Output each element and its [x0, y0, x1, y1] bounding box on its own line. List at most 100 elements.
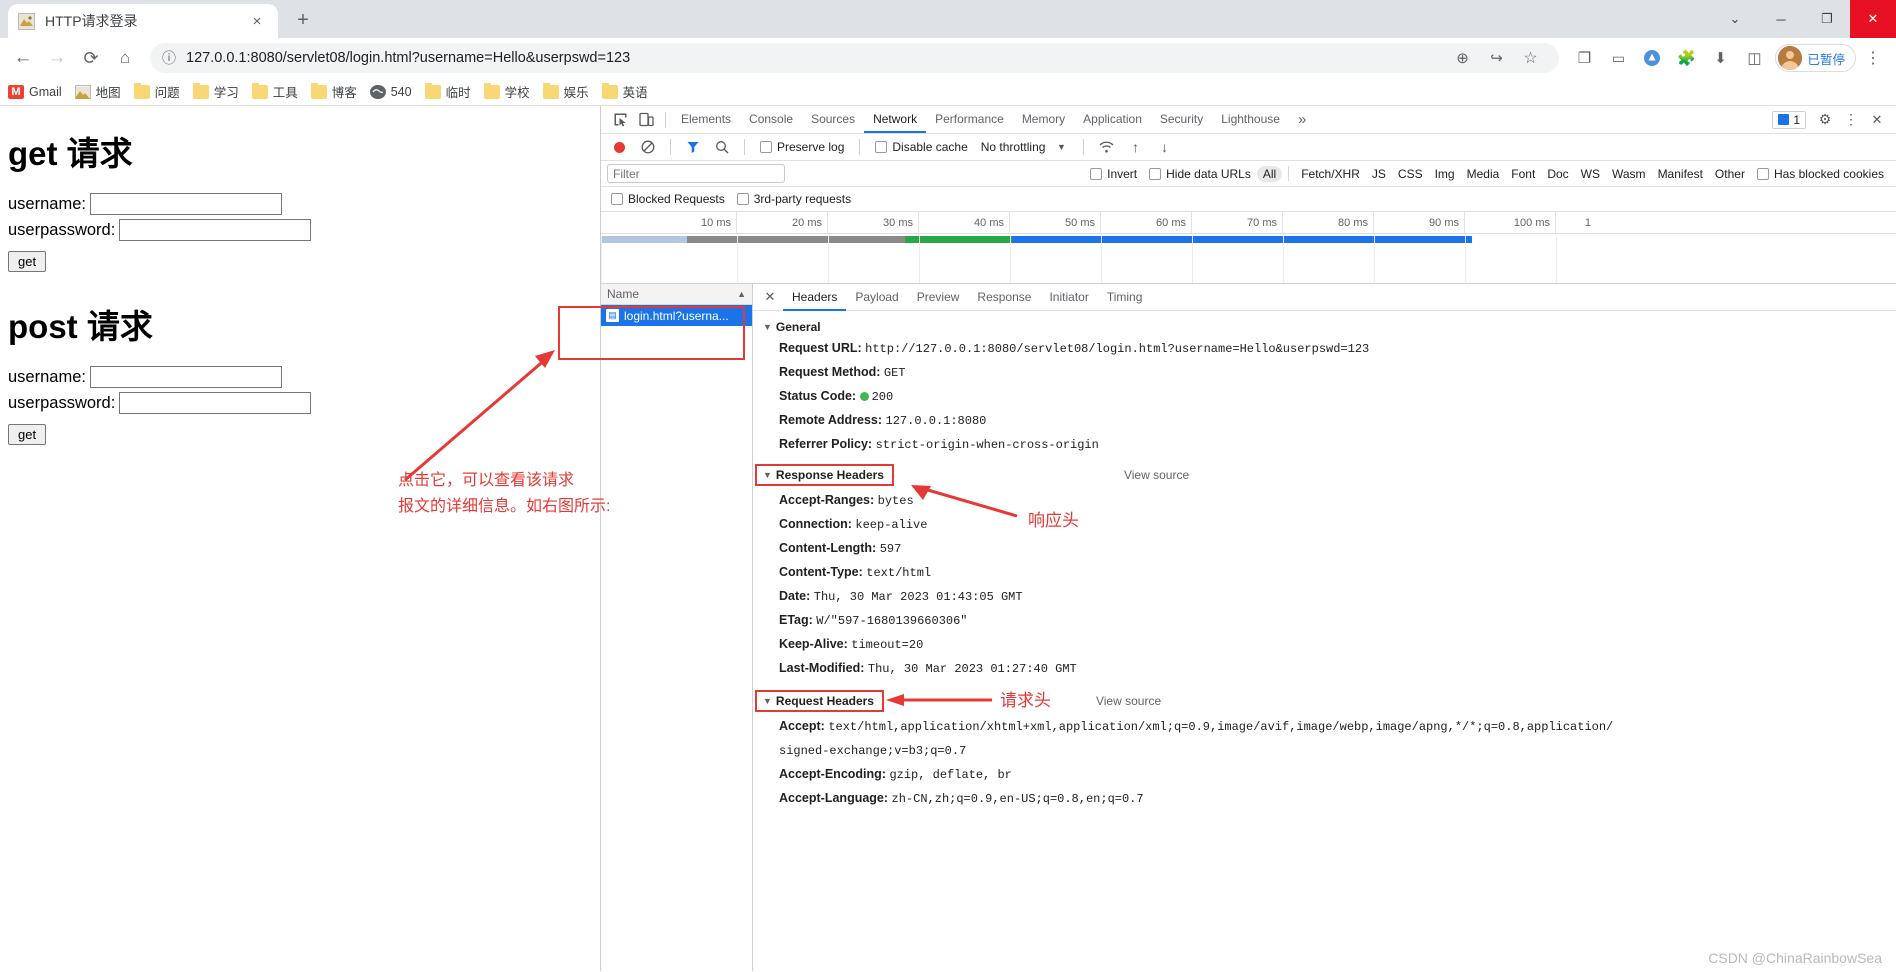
close-icon[interactable]: ×: [246, 10, 268, 32]
section-response-headers-header[interactable]: ▼ Response Headers: [755, 464, 894, 486]
type-filter-manifest[interactable]: Manifest: [1652, 166, 1709, 182]
type-filter-img[interactable]: Img: [1429, 166, 1461, 182]
filter-input[interactable]: [607, 164, 785, 183]
detail-tab-headers[interactable]: Headers: [783, 284, 847, 311]
chrome-menu-icon[interactable]: ⋮: [1856, 41, 1890, 75]
network-overview[interactable]: 10 ms 20 ms 30 ms 40 ms 50 ms 60 ms 70 m…: [601, 212, 1896, 284]
kebab-menu-icon[interactable]: ⋮: [1838, 108, 1864, 132]
import-har-icon[interactable]: ↑: [1122, 135, 1148, 159]
tab-memory[interactable]: Memory: [1013, 106, 1074, 133]
invert-checkbox[interactable]: Invert: [1090, 167, 1137, 181]
view-source-link[interactable]: View source: [1096, 694, 1161, 708]
type-filter-css[interactable]: CSS: [1392, 166, 1429, 182]
tab-lighthouse[interactable]: Lighthouse: [1212, 106, 1289, 133]
issues-badge[interactable]: 1: [1772, 110, 1806, 129]
type-filter-font[interactable]: Font: [1505, 166, 1541, 182]
split-screen-icon[interactable]: ❐: [1567, 41, 1601, 75]
bookmark-item[interactable]: 博客: [310, 82, 357, 101]
type-filter-all[interactable]: All: [1256, 165, 1283, 182]
tab-sources[interactable]: Sources: [802, 106, 864, 133]
new-tab-button[interactable]: +: [288, 5, 318, 35]
cast-icon[interactable]: ▭: [1601, 41, 1635, 75]
post-password-input[interactable]: [119, 392, 312, 414]
bookmark-item[interactable]: M Gmail: [8, 84, 62, 99]
bookmark-item[interactable]: 娱乐: [542, 82, 589, 101]
bookmark-item[interactable]: 问题: [133, 82, 180, 101]
throttling-select[interactable]: No throttling: [981, 140, 1046, 154]
gear-icon[interactable]: ⚙: [1812, 108, 1838, 132]
export-har-icon[interactable]: ↓: [1151, 135, 1177, 159]
minimize-button[interactable]: ─: [1758, 0, 1804, 38]
post-username-input[interactable]: [89, 366, 282, 388]
tab-elements[interactable]: Elements: [672, 106, 740, 133]
bookmark-item[interactable]: 工具: [251, 82, 298, 101]
tab-network[interactable]: Network: [864, 106, 927, 133]
devtools-close-icon[interactable]: ✕: [1864, 108, 1890, 132]
chevron-down-icon[interactable]: ▼: [1048, 135, 1074, 159]
hide-data-urls-checkbox[interactable]: Hide data URLs: [1149, 167, 1251, 181]
more-tabs-button[interactable]: »: [1289, 106, 1315, 133]
type-filter-ws[interactable]: WS: [1575, 166, 1606, 182]
disable-cache-checkbox[interactable]: Disable cache: [875, 140, 968, 154]
bookmark-item[interactable]: 540: [369, 84, 412, 99]
get-submit-button[interactable]: get: [8, 251, 47, 272]
get-username-input[interactable]: [89, 193, 282, 215]
wifi-icon[interactable]: [1093, 135, 1119, 159]
inspect-icon[interactable]: [607, 108, 633, 132]
device-toolbar-icon[interactable]: [633, 108, 659, 132]
search-icon[interactable]: [709, 135, 735, 159]
blocked-requests-checkbox[interactable]: Blocked Requests: [611, 192, 725, 206]
detail-tab-preview[interactable]: Preview: [908, 284, 969, 311]
funnel-icon[interactable]: [680, 135, 706, 159]
record-button[interactable]: [614, 141, 625, 153]
address-bar[interactable]: ⓘ 127.0.0.1:8080/servlet08/login.html?us…: [150, 41, 1560, 75]
type-filter-other[interactable]: Other: [1709, 166, 1751, 182]
browser-tab[interactable]: HTTP请求登录 ×: [8, 4, 278, 38]
detail-tab-payload[interactable]: Payload: [846, 284, 907, 311]
bookmark-item[interactable]: 学习: [192, 82, 239, 101]
share-icon[interactable]: ↪: [1479, 41, 1513, 75]
notification-icon[interactable]: [1635, 41, 1669, 75]
type-filter-js[interactable]: JS: [1366, 166, 1392, 182]
back-icon[interactable]: ←: [6, 41, 40, 75]
detail-tab-initiator[interactable]: Initiator: [1040, 284, 1097, 311]
type-filter-wasm[interactable]: Wasm: [1606, 166, 1652, 182]
detail-close-icon[interactable]: ✕: [757, 285, 783, 309]
tab-performance[interactable]: Performance: [926, 106, 1013, 133]
third-party-requests-checkbox[interactable]: 3rd-party requests: [736, 192, 851, 206]
window-close-button[interactable]: ✕: [1850, 0, 1896, 38]
maximize-button[interactable]: ❐: [1804, 0, 1850, 38]
get-password-input[interactable]: [119, 219, 312, 241]
preserve-log-checkbox[interactable]: Preserve log: [760, 140, 844, 154]
has-blocked-cookies-checkbox[interactable]: Has blocked cookies: [1756, 167, 1884, 181]
type-filter-doc[interactable]: Doc: [1541, 166, 1574, 182]
bookmark-item[interactable]: 临时: [424, 82, 471, 101]
chevron-down-icon[interactable]: ⌄: [1712, 0, 1758, 38]
bookmark-item[interactable]: 英语: [601, 82, 648, 101]
bookmark-item[interactable]: 学校: [483, 82, 530, 101]
home-icon[interactable]: ⌂: [108, 41, 142, 75]
zoom-icon[interactable]: ⊕: [1445, 41, 1479, 75]
side-panel-icon[interactable]: ◫: [1737, 41, 1771, 75]
sort-arrow-icon[interactable]: ▲: [737, 289, 746, 299]
post-submit-button[interactable]: get: [8, 424, 47, 445]
reload-icon[interactable]: ⟳: [74, 41, 108, 75]
bookmark-item[interactable]: 地图: [74, 82, 121, 101]
request-list-header[interactable]: Name ▲: [601, 284, 752, 305]
type-filter-fetch-xhr[interactable]: Fetch/XHR: [1295, 166, 1366, 182]
tab-console[interactable]: Console: [740, 106, 802, 133]
profile-button[interactable]: 已暂停: [1775, 44, 1856, 72]
tab-application[interactable]: Application: [1074, 106, 1151, 133]
detail-tab-timing[interactable]: Timing: [1098, 284, 1152, 311]
type-filter-media[interactable]: Media: [1461, 166, 1506, 182]
section-general-header[interactable]: ▼ General: [753, 317, 1896, 337]
bookmark-star-icon[interactable]: ☆: [1513, 41, 1547, 75]
download-icon[interactable]: ⬇: [1703, 41, 1737, 75]
clear-button[interactable]: [635, 135, 661, 159]
tab-security[interactable]: Security: [1151, 106, 1212, 133]
site-info-icon[interactable]: ⓘ: [162, 48, 176, 68]
forward-icon[interactable]: →: [40, 41, 74, 75]
section-request-headers-header[interactable]: ▼ Request Headers: [755, 690, 884, 712]
detail-tab-response[interactable]: Response: [968, 284, 1040, 311]
extensions-icon[interactable]: 🧩: [1669, 41, 1703, 75]
